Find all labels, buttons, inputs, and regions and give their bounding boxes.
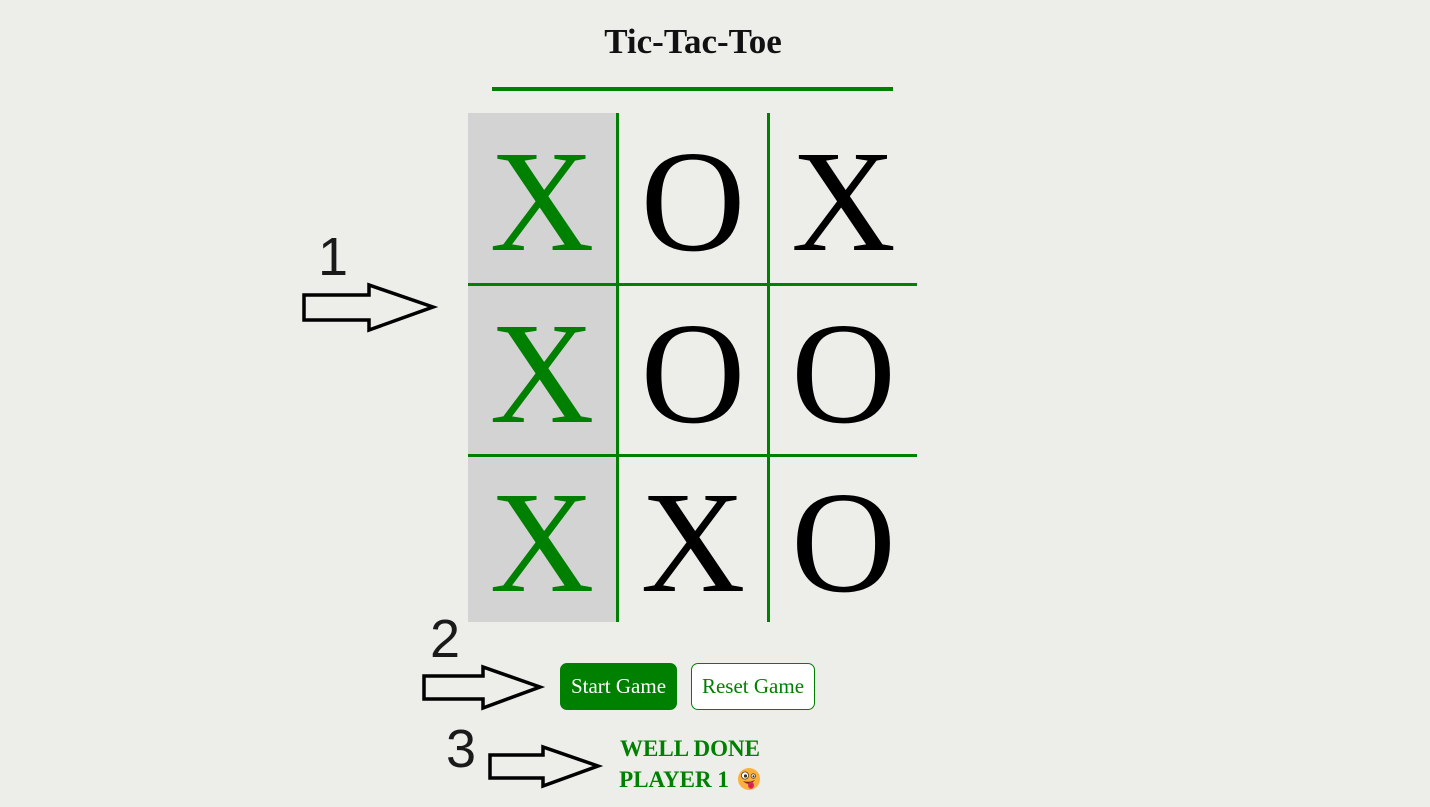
cell-mark: X bbox=[791, 121, 896, 282]
cell-mark: X bbox=[489, 463, 595, 623]
annotation-number-3: 3 bbox=[446, 719, 477, 779]
cell-mark: X bbox=[640, 463, 746, 623]
cell-mark: O bbox=[640, 293, 746, 454]
board-cell-3[interactable]: X bbox=[767, 113, 917, 283]
annotation-arrow-1-icon bbox=[302, 282, 439, 333]
game-page: Tic-Tac-Toe X O X X O O X X O Start Game… bbox=[0, 0, 1430, 807]
board-cell-8[interactable]: X bbox=[616, 454, 767, 622]
status-line-1: WELL DONE bbox=[620, 736, 760, 761]
start-game-button[interactable]: Start Game bbox=[560, 663, 677, 710]
annotation-arrow-3-icon bbox=[488, 744, 604, 789]
cell-mark: X bbox=[489, 293, 595, 454]
annotation-arrow-2-icon bbox=[422, 664, 546, 711]
cell-mark: O bbox=[791, 293, 896, 454]
cell-mark: O bbox=[640, 121, 746, 282]
board-cell-9[interactable]: O bbox=[767, 454, 917, 622]
cell-mark: O bbox=[791, 463, 896, 623]
board-cell-7[interactable]: X bbox=[468, 454, 616, 622]
board-cell-5[interactable]: O bbox=[616, 283, 767, 454]
game-board: X O X X O O X X O bbox=[468, 113, 917, 622]
title-divider bbox=[492, 87, 893, 91]
board-cell-2[interactable]: O bbox=[616, 113, 767, 283]
annotation-number-1: 1 bbox=[318, 227, 349, 287]
annotation-number-2: 2 bbox=[430, 609, 461, 669]
zany-face-icon bbox=[737, 767, 761, 799]
reset-game-button[interactable]: Reset Game bbox=[691, 663, 815, 710]
board-cell-6[interactable]: O bbox=[767, 283, 917, 454]
status-player: PLAYER 1 bbox=[619, 767, 729, 792]
cell-mark: X bbox=[489, 121, 595, 282]
page-title: Tic-Tac-Toe bbox=[604, 22, 782, 61]
status-message: WELL DONE PLAYER 1 bbox=[600, 733, 780, 799]
board-cell-4[interactable]: X bbox=[468, 283, 616, 454]
status-line-2: PLAYER 1 bbox=[600, 764, 780, 799]
board-cell-1[interactable]: X bbox=[468, 113, 616, 283]
